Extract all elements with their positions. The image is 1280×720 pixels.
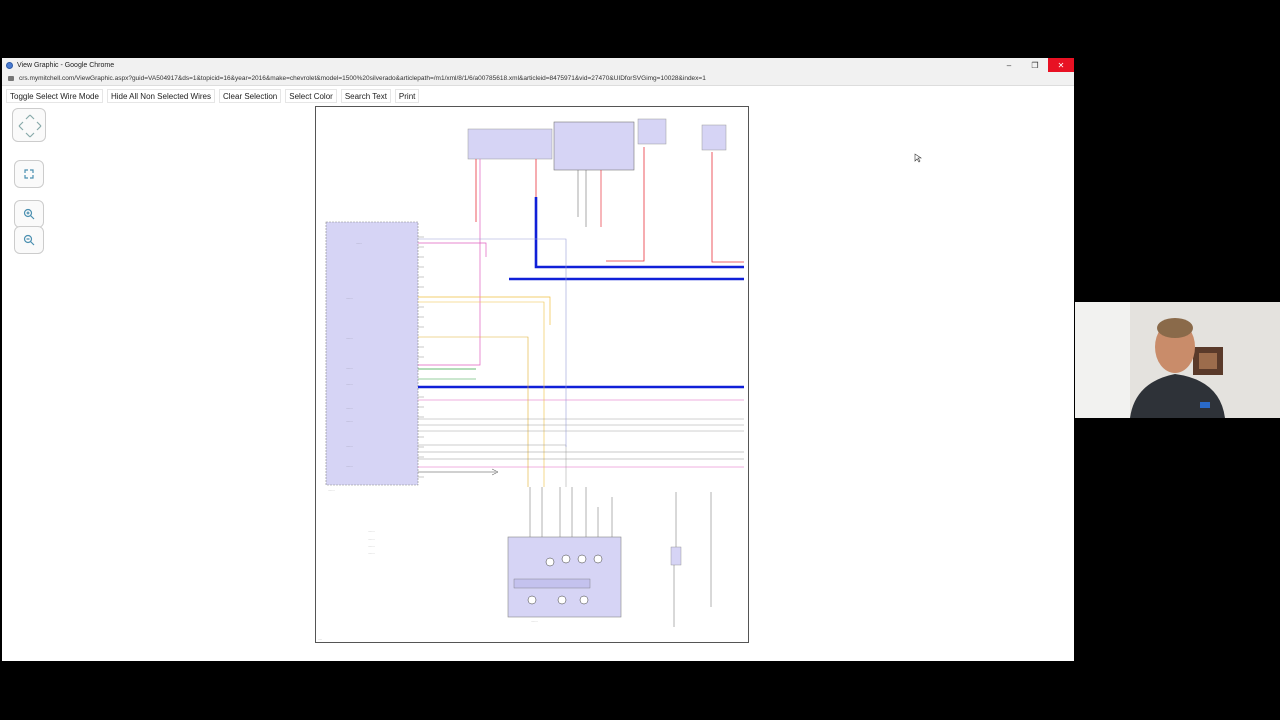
hide-non-selected-wires-button[interactable]: Hide All Non Selected Wires <box>106 89 215 103</box>
svg-text:........: ........ <box>346 366 353 370</box>
clear-selection-button[interactable]: Clear Selection <box>218 89 282 103</box>
pan-control[interactable] <box>12 108 46 142</box>
svg-text:........: ........ <box>368 544 375 548</box>
svg-text:........: ........ <box>346 419 353 423</box>
svg-text:........: ........ <box>368 529 375 533</box>
zoom-in-button[interactable] <box>14 200 44 228</box>
fit-to-screen-button[interactable] <box>14 160 44 188</box>
body-control-module[interactable] <box>325 221 419 486</box>
svg-text:.....: ..... <box>318 637 322 641</box>
wiring-diagram[interactable]: ....... ........ ........ ........ .....… <box>315 106 749 643</box>
toggle-select-wire-mode-button[interactable]: Toggle Select Wire Mode <box>6 89 103 103</box>
svg-text:........: ........ <box>346 464 353 468</box>
svg-text:........: ........ <box>346 444 353 448</box>
presenter-video-image <box>1075 302 1280 418</box>
browser-window: View Graphic - Google Chrome – ❐ ✕ crs.m… <box>2 58 1074 661</box>
svg-text:........: ........ <box>328 488 335 492</box>
window-title: View Graphic - Google Chrome <box>17 61 115 69</box>
select-color-button[interactable]: Select Color <box>285 89 337 103</box>
svg-text:........: ........ <box>346 382 353 386</box>
fuse-block-right-1[interactable] <box>637 118 667 145</box>
lock-icon <box>8 76 14 81</box>
seat-switch-module[interactable] <box>507 536 622 618</box>
wiring-diagram-svg[interactable]: ....... ........ ........ ........ .....… <box>316 107 750 644</box>
svg-text:........: ........ <box>368 551 375 555</box>
close-button[interactable]: ✕ <box>1048 58 1074 72</box>
highlighted-wire-1[interactable] <box>534 197 744 269</box>
svg-text:........: ........ <box>368 537 375 541</box>
splice-pack[interactable] <box>670 546 682 566</box>
zoom-out-icon <box>23 234 35 246</box>
svg-text:........: ........ <box>531 619 538 623</box>
address-bar[interactable]: crs.mymitchell.com/ViewGraphic.aspx?guid… <box>2 72 1074 86</box>
restore-button[interactable]: ❐ <box>1022 58 1048 72</box>
title-bar: View Graphic - Google Chrome – ❐ ✕ <box>2 58 1074 72</box>
url-text[interactable]: crs.mymitchell.com/ViewGraphic.aspx?guid… <box>19 75 706 82</box>
webcam-overlay <box>1075 302 1280 418</box>
fit-to-screen-icon <box>24 169 34 179</box>
print-button[interactable]: Print <box>394 89 420 103</box>
fuse-block-right-2[interactable] <box>701 124 727 151</box>
svg-text:........: ........ <box>346 336 353 340</box>
zoom-in-icon <box>23 208 35 220</box>
chrome-icon <box>6 61 13 69</box>
diagram-toolbar: Toggle Select Wire Mode Hide All Non Sel… <box>6 89 420 103</box>
zoom-out-button[interactable] <box>14 226 44 254</box>
svg-text:........: ........ <box>346 296 353 300</box>
mouse-cursor-icon <box>914 153 922 163</box>
minimize-button[interactable]: – <box>996 58 1022 72</box>
hvac-control-module[interactable] <box>553 121 635 171</box>
pan-arrows-icon[interactable] <box>13 109 47 143</box>
search-text-button[interactable]: Search Text <box>340 89 391 103</box>
svg-text:........: ........ <box>346 406 353 410</box>
fuse-block-top[interactable] <box>467 128 553 160</box>
svg-text:.......: ....... <box>356 241 362 245</box>
